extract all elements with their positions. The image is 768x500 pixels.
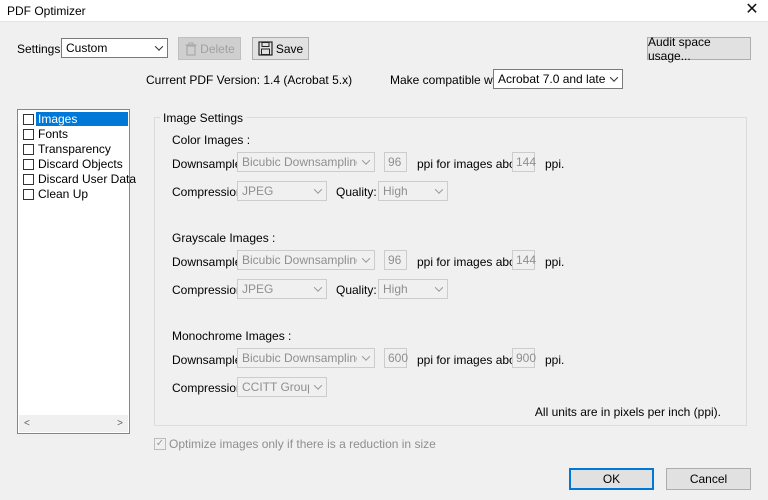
panel-item-label: Images	[36, 112, 128, 126]
color-quality-dropdown[interactable]: High	[378, 181, 448, 201]
panel-item-label: Clean Up	[38, 187, 89, 201]
grayscale-downsample-value: Bicubic Downsampling to	[242, 253, 357, 267]
grayscale-compression-label: Compression:	[172, 283, 247, 297]
panel-item-label: Discard User Data	[38, 172, 137, 186]
color-compression-dropdown[interactable]: JPEG	[237, 181, 327, 201]
trash-icon	[185, 42, 197, 56]
chevron-down-icon	[357, 251, 374, 269]
settings-value: Custom	[66, 41, 108, 55]
color-compression-label: Compression:	[172, 185, 247, 199]
settings-label: Settings:	[17, 42, 64, 56]
delete-label: Delete	[200, 41, 235, 56]
compatibility-dropdown[interactable]: Acrobat 7.0 and later	[493, 69, 623, 89]
color-above-field[interactable]: 144	[512, 152, 536, 172]
images-checkbox[interactable]	[23, 113, 34, 125]
mono-ppi-label: ppi.	[545, 353, 565, 367]
close-icon[interactable]: ✕	[742, 1, 762, 19]
mono-compression-value: CCITT Group 4	[242, 380, 309, 394]
transparency-checkbox[interactable]	[23, 143, 34, 155]
color-downsample-label: Downsample:	[172, 157, 245, 171]
color-downsample-value: Bicubic Downsampling to	[242, 155, 357, 169]
optimize-label: Optimize images only if there is a reduc…	[169, 437, 436, 451]
fonts-checkbox[interactable]	[23, 128, 34, 140]
mono-compression-label: Compression:	[172, 381, 247, 395]
color-ppi-field[interactable]: 96	[384, 152, 407, 172]
mono-downsample-dropdown[interactable]: Bicubic Downsampling to	[237, 348, 375, 368]
grayscale-ppi-label: ppi.	[545, 255, 565, 269]
mono-compression-dropdown[interactable]: CCITT Group 4	[237, 377, 327, 397]
window-title: PDF Optimizer	[7, 4, 86, 18]
panel-item-label: Transparency	[38, 142, 111, 156]
panel-item-discard-user-data[interactable]: Discard User Data	[20, 172, 136, 186]
floppy-disk-icon	[258, 41, 273, 56]
scroll-right-icon[interactable]: >	[117, 418, 123, 429]
chevron-down-icon	[309, 182, 326, 200]
panel-item-label: Discard Objects	[38, 157, 123, 171]
current-pdf-version: Current PDF Version: 1.4 (Acrobat 5.x)	[146, 73, 353, 87]
grayscale-above-field[interactable]: 144	[512, 250, 536, 270]
discard-objects-checkbox[interactable]	[23, 158, 34, 170]
mono-ppi-field[interactable]: 600	[384, 348, 408, 368]
units-note: All units are in pixels per inch (ppi).	[534, 405, 721, 419]
compat-label: Make compatible with:	[390, 73, 509, 87]
color-images-heading: Color Images :	[172, 133, 251, 147]
panel-item-images[interactable]: Images	[20, 112, 128, 126]
panel-item-label: Fonts	[38, 127, 69, 141]
panel-item-transparency[interactable]: Transparency	[20, 142, 128, 156]
panel-list[interactable]: Images Fonts Transparency Discard Object…	[17, 109, 136, 434]
color-downsample-dropdown[interactable]: Bicubic Downsampling to	[237, 152, 375, 172]
ok-button[interactable]: OK	[569, 468, 654, 490]
grayscale-quality-label: Quality:	[336, 283, 377, 297]
image-settings-title: Image Settings	[160, 111, 247, 125]
panel-item-fonts[interactable]: Fonts	[20, 127, 128, 141]
color-quality-value: High	[383, 184, 408, 198]
chevron-down-icon	[150, 39, 167, 57]
chevron-down-icon	[605, 70, 622, 88]
grayscale-compression-dropdown[interactable]: JPEG	[237, 279, 327, 299]
settings-dropdown[interactable]: Custom	[61, 38, 168, 58]
clean-up-checkbox[interactable]	[23, 188, 34, 200]
save-button[interactable]: Save	[252, 37, 309, 60]
grayscale-downsample-dropdown[interactable]: Bicubic Downsampling to	[237, 250, 375, 270]
chevron-down-icon	[430, 182, 447, 200]
save-label: Save	[275, 41, 304, 56]
scroll-left-icon[interactable]: <	[24, 418, 30, 429]
color-quality-label: Quality:	[336, 185, 377, 199]
delete-button[interactable]: Delete	[178, 37, 241, 60]
mono-above-field[interactable]: 900	[512, 348, 536, 368]
discard-user-data-checkbox[interactable]	[23, 173, 34, 185]
mono-downsample-value: Bicubic Downsampling to	[242, 351, 357, 365]
grayscale-ppi-field[interactable]: 96	[384, 250, 407, 270]
chevron-down-icon	[357, 153, 374, 171]
panel-item-discard-objects[interactable]: Discard Objects	[20, 157, 128, 171]
panel-item-clean-up[interactable]: Clean Up	[20, 187, 128, 201]
mono-downsample-label: Downsample:	[172, 353, 245, 367]
audit-space-usage-button[interactable]: Audit space usage...	[647, 35, 751, 63]
title-bar: PDF Optimizer ✕	[0, 0, 768, 22]
grayscale-quality-value: High	[383, 282, 408, 296]
optimize-only-if-reduction[interactable]: ✓ Optimize images only if there is a red…	[154, 437, 436, 451]
chevron-down-icon	[357, 349, 374, 367]
chevron-down-icon	[430, 280, 447, 298]
chevron-down-icon	[309, 378, 326, 396]
monochrome-images-heading: Monochrome Images :	[172, 329, 292, 343]
grayscale-compression-value: JPEG	[242, 282, 274, 296]
horizontal-scrollbar[interactable]: < >	[19, 415, 128, 432]
chevron-down-icon	[309, 280, 326, 298]
cancel-button[interactable]: Cancel	[666, 468, 751, 490]
grayscale-quality-dropdown[interactable]: High	[378, 279, 448, 299]
grayscale-downsample-label: Downsample:	[172, 255, 245, 269]
grayscale-images-heading: Grayscale Images :	[172, 231, 276, 245]
optimize-checkbox[interactable]: ✓	[154, 438, 166, 450]
color-compression-value: JPEG	[242, 184, 274, 198]
color-ppi-label: ppi.	[545, 157, 565, 171]
compatibility-value: Acrobat 7.0 and later	[498, 72, 605, 86]
